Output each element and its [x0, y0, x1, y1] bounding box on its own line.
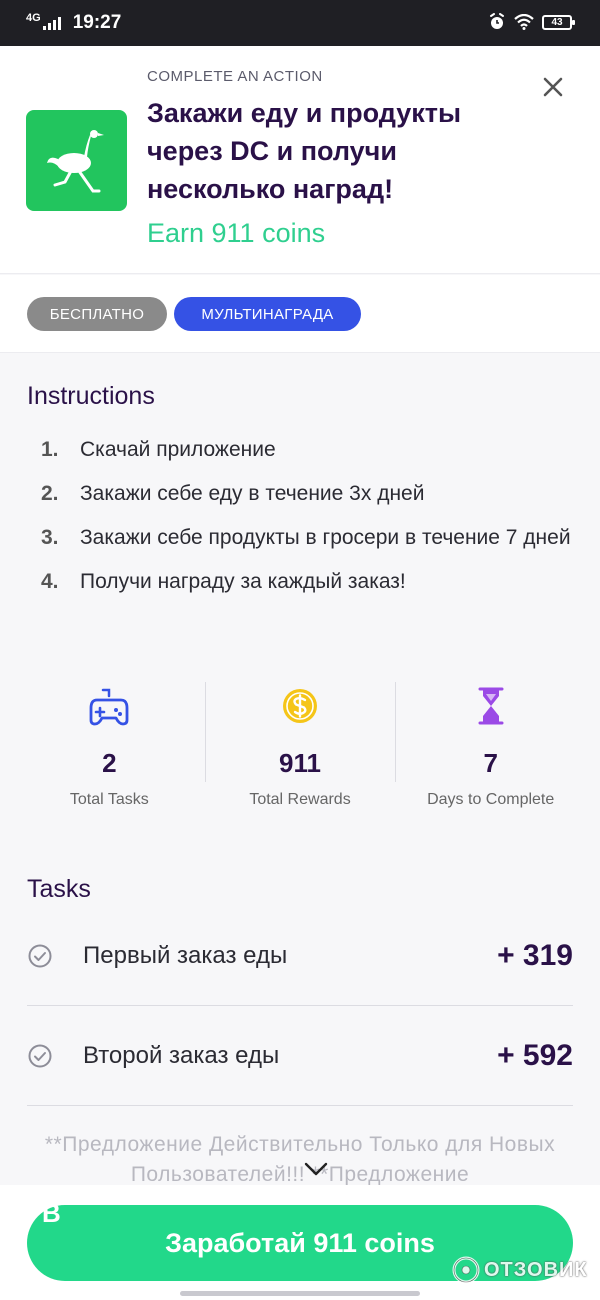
- instruction-step: 3. Закажи себе продукты в гросери в течен…: [41, 526, 571, 549]
- stat-value: 2: [102, 748, 117, 778]
- stat-label: Days to Complete: [427, 791, 555, 808]
- close-icon: [543, 77, 563, 97]
- offer-title: Закажи еду и продукты через DC и получи …: [147, 98, 462, 204]
- signal-icon: [42, 16, 63, 30]
- chevron-down-icon[interactable]: [303, 1160, 329, 1178]
- stat-total-rewards: 911 Total Rewards: [204, 680, 396, 820]
- alarm-icon: [490, 13, 504, 29]
- watermark: ОТЗОВИК: [452, 1256, 588, 1284]
- stat-label: Total Tasks: [69, 791, 149, 808]
- task-reward: + 319: [497, 938, 573, 972]
- offer-disclaimer: **Предложение Действительно Только для Н…: [44, 1133, 556, 1186]
- instructions-list: 1. Скачай приложение 2. Закажи себе еду в …: [27, 434, 577, 610]
- instruction-step: 4. Получи награду за каждый заказ!: [41, 570, 406, 593]
- task-row[interactable]: Второй заказ еды + 592: [27, 1006, 573, 1106]
- stat-total-tasks: 2 Total Tasks: [14, 680, 205, 820]
- watermark-logo-icon: [452, 1256, 480, 1284]
- stray-letter: В: [42, 1198, 61, 1228]
- watermark-text: ОТЗОВИК: [484, 1258, 588, 1281]
- offer-tags: БЕСПЛАТНО МУЛЬТИНАГРАДА: [0, 275, 600, 353]
- hourglass-icon: [478, 687, 504, 725]
- tag-free: БЕСПЛАТНО: [27, 297, 167, 331]
- check-circle-icon: [28, 944, 52, 967]
- task-name: Первый заказ еды: [83, 941, 288, 969]
- instructions-title: Instructions: [27, 382, 155, 410]
- coin-icon: [283, 689, 317, 723]
- offer-header: COMPLETE AN ACTION Закажи еду и продукты…: [0, 46, 600, 274]
- stat-value: 911: [279, 748, 321, 778]
- tag-multireward: МУЛЬТИНАГРАДА: [174, 297, 361, 331]
- tasks-title: Tasks: [27, 875, 91, 903]
- ostrich-icon: [46, 129, 104, 192]
- instruction-step: 2. Закажи себе еду в течение 3х дней: [41, 482, 425, 505]
- offer-stats: 2 Total Tasks 911 Total Rewards 7 Days t…: [14, 680, 586, 820]
- task-row[interactable]: Первый заказ еды + 319: [27, 906, 573, 1006]
- instruction-step: 1. Скачай приложение: [41, 438, 276, 461]
- home-indicator[interactable]: [180, 1291, 420, 1296]
- app-icon: [26, 110, 127, 211]
- wifi-icon: [514, 14, 534, 30]
- check-circle-icon: [28, 1044, 52, 1067]
- earn-coins-button-label: Заработай 911 coins: [165, 1227, 435, 1258]
- battery-level: 43: [551, 16, 563, 28]
- offer-kicker: COMPLETE AN ACTION: [147, 68, 323, 85]
- task-name: Второй заказ еды: [83, 1041, 280, 1069]
- stat-days-to-complete: 7 Days to Complete: [395, 680, 586, 820]
- stat-label: Total Rewards: [249, 791, 351, 808]
- stat-value: 7: [483, 748, 498, 778]
- earn-coins-text: Earn 911 coins: [147, 218, 326, 248]
- task-reward: + 592: [497, 1038, 573, 1072]
- gamepad-icon: [89, 688, 129, 726]
- battery-icon: 43: [542, 14, 575, 30]
- status-bar: 4G 19:27 43: [0, 0, 600, 46]
- close-button[interactable]: [538, 72, 568, 102]
- status-time: 19:27: [72, 12, 122, 33]
- network-type: 4G: [26, 12, 41, 24]
